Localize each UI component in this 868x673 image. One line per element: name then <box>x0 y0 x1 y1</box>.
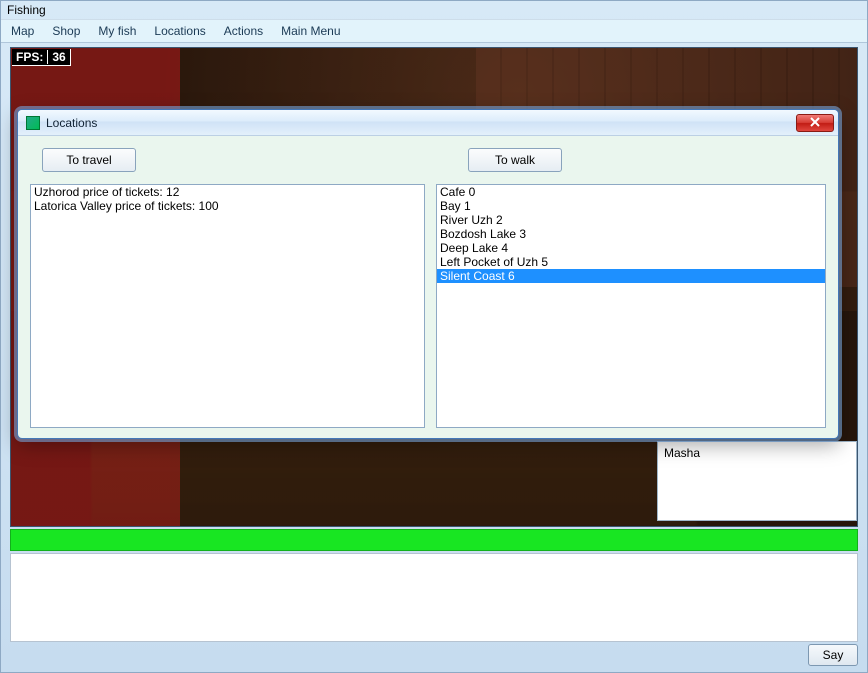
walk-list-item[interactable]: Deep Lake 4 <box>437 241 825 255</box>
say-button-label: Say <box>823 648 844 662</box>
menu-map[interactable]: Map <box>11 24 34 38</box>
travel-listbox[interactable]: Uzhorod price of tickets: 12Latorica Val… <box>30 184 425 428</box>
walk-listbox[interactable]: Cafe 0Bay 1River Uzh 2Bozdosh Lake 3Deep… <box>436 184 826 428</box>
fps-counter: FPS: 36 <box>12 49 71 66</box>
walk-list-item[interactable]: Bozdosh Lake 3 <box>437 227 825 241</box>
menu-my-fish[interactable]: My fish <box>98 24 136 38</box>
travel-list-item[interactable]: Latorica Valley price of tickets: 100 <box>31 199 424 213</box>
chat-log[interactable] <box>10 553 858 642</box>
to-travel-button[interactable]: To travel <box>42 148 136 172</box>
to-walk-button[interactable]: To walk <box>468 148 562 172</box>
person-row[interactable]: Masha <box>664 446 850 460</box>
dialog-titlebar[interactable]: Locations <box>18 110 838 136</box>
status-bar-green <box>10 529 858 551</box>
menu-locations[interactable]: Locations <box>154 24 205 38</box>
walk-list-item[interactable]: Cafe 0 <box>437 185 825 199</box>
close-icon <box>810 116 820 130</box>
menu-shop[interactable]: Shop <box>52 24 80 38</box>
main-titlebar: Fishing <box>1 1 867 19</box>
dialog-icon <box>26 116 40 130</box>
menu-main-menu[interactable]: Main Menu <box>281 24 340 38</box>
people-panel: Masha <box>657 441 857 521</box>
walk-list-item[interactable]: Silent Coast 6 <box>437 269 825 283</box>
walk-list-item[interactable]: River Uzh 2 <box>437 213 825 227</box>
travel-list-item[interactable]: Uzhorod price of tickets: 12 <box>31 185 424 199</box>
say-button[interactable]: Say <box>808 644 858 666</box>
walk-list-item[interactable]: Bay 1 <box>437 199 825 213</box>
to-walk-label: To walk <box>495 153 535 167</box>
to-travel-label: To travel <box>66 153 111 167</box>
dialog-close-button[interactable] <box>796 114 834 132</box>
dialog-title: Locations <box>46 116 97 130</box>
fps-label: FPS: <box>16 50 43 64</box>
menu-actions[interactable]: Actions <box>224 24 263 38</box>
locations-dialog: Locations To travel To walk Uzhorod pric… <box>17 109 839 439</box>
dialog-body: To travel To walk Uzhorod price of ticke… <box>18 136 838 438</box>
app-window: Fishing Map Shop My fish Locations Actio… <box>0 0 868 673</box>
fps-value: 36 <box>47 50 65 64</box>
walk-list-item[interactable]: Left Pocket of Uzh 5 <box>437 255 825 269</box>
main-title: Fishing <box>7 3 46 17</box>
menubar: Map Shop My fish Locations Actions Main … <box>1 19 867 43</box>
